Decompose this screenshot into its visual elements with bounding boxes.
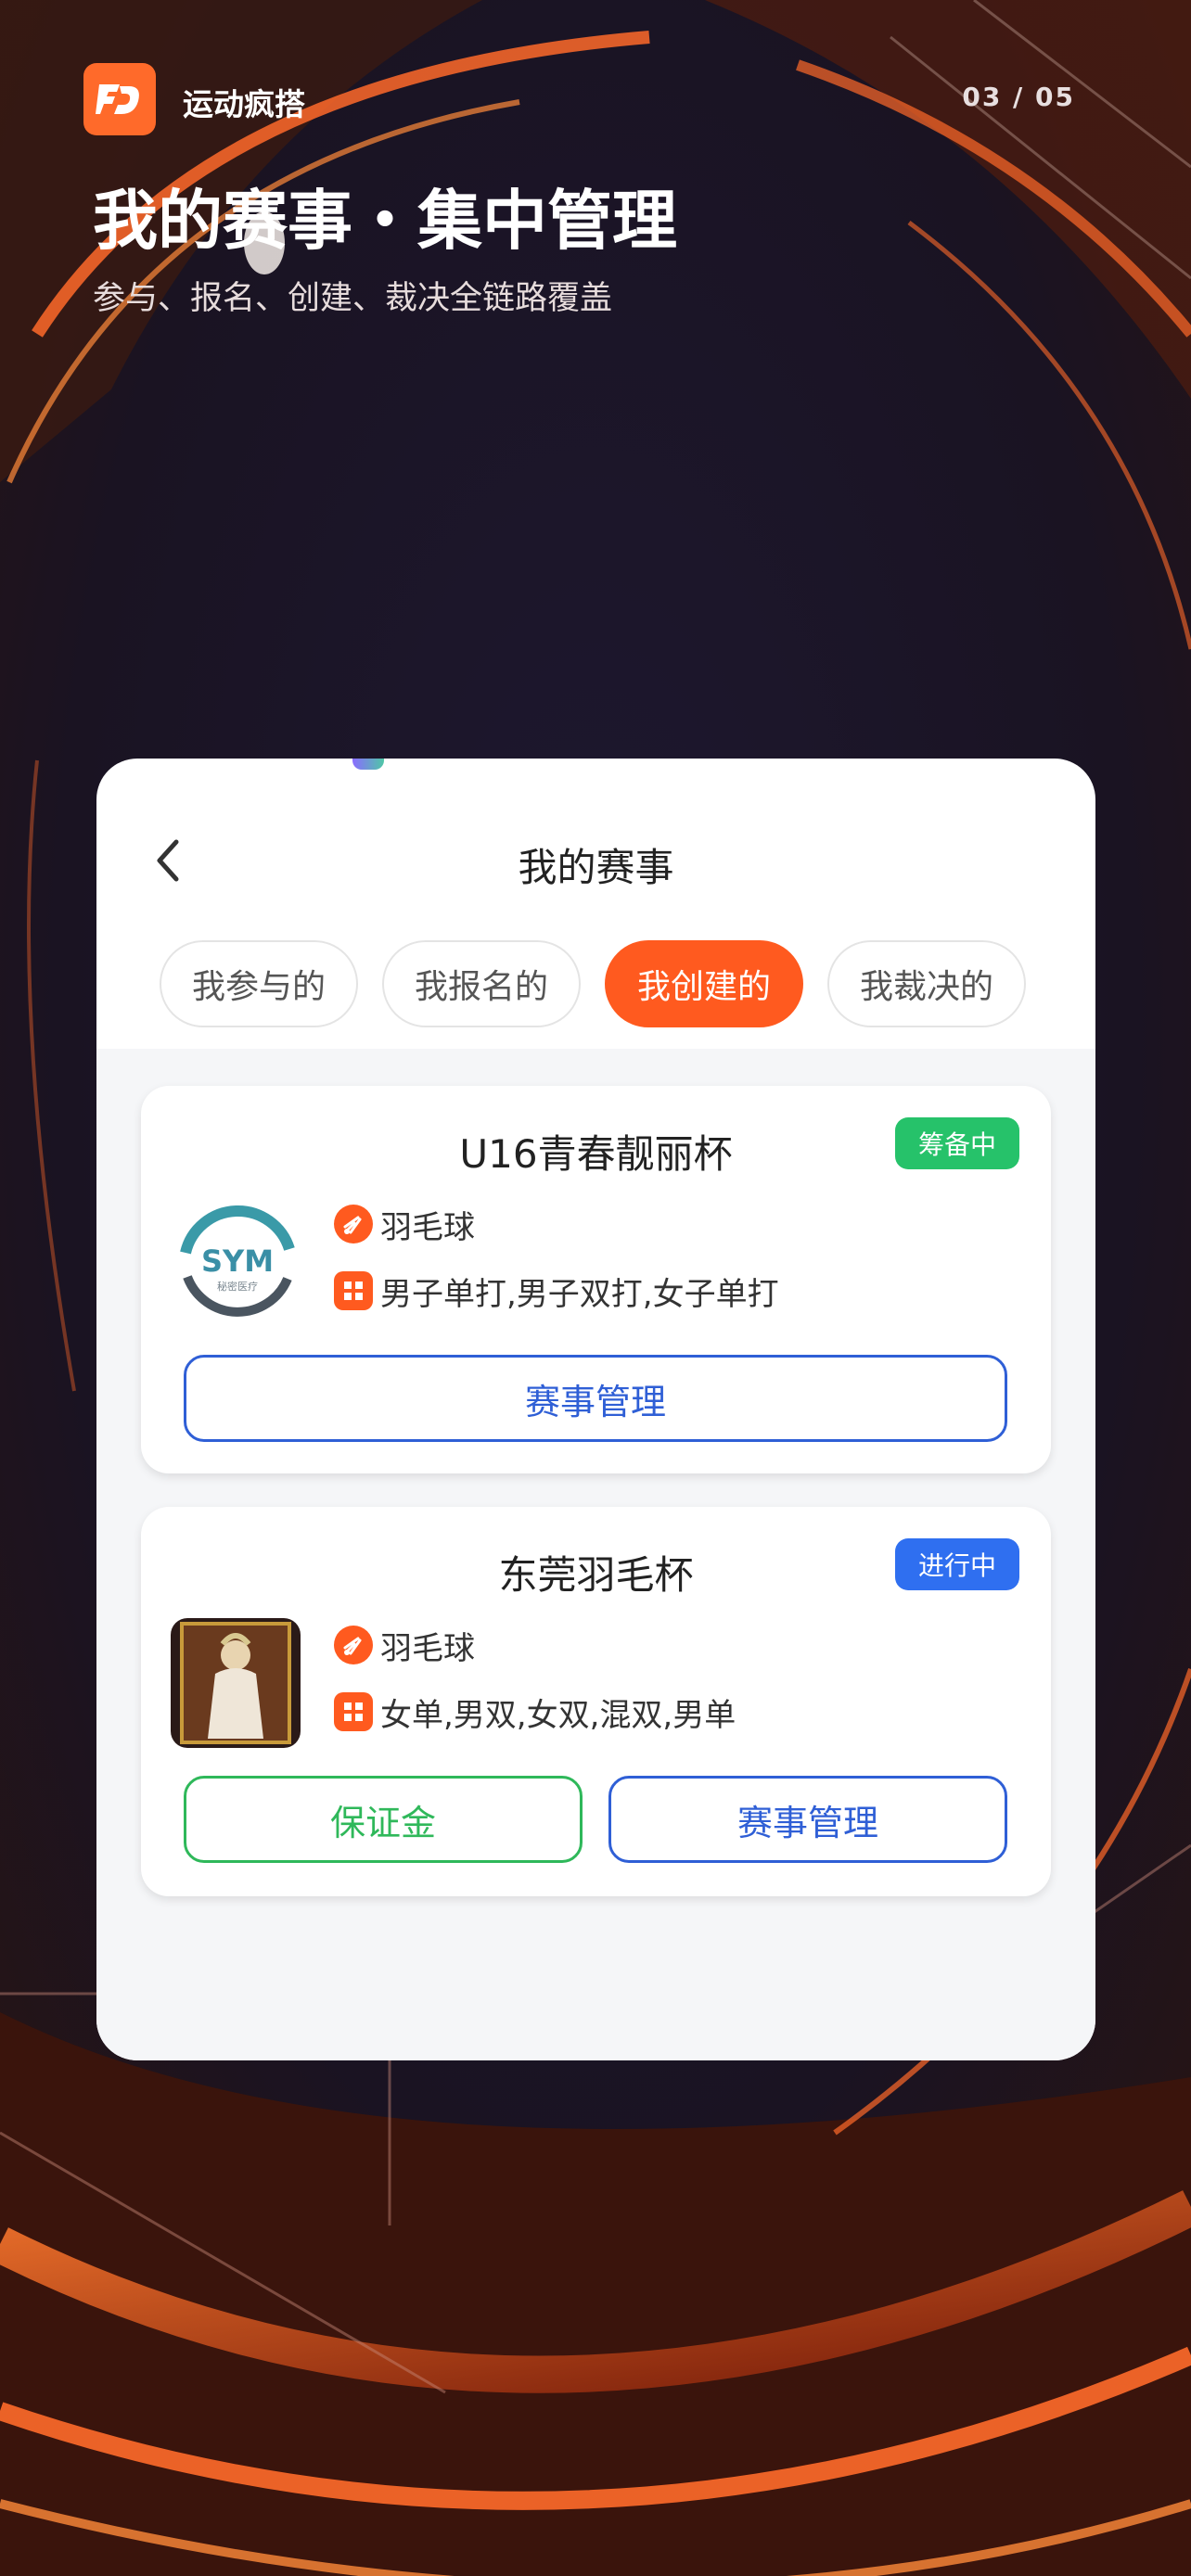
tab-bar: 我参与的 我报名的 我创建的 我裁决的 <box>160 940 1050 1029</box>
sport-row: 羽毛球 <box>334 1622 475 1668</box>
event-card[interactable]: 东莞羽毛杯 进行中 羽毛球 女单,男双,女双,混双,男单 保证金 赛事管理 <box>141 1507 1051 1896</box>
grid-icon <box>334 1271 373 1310</box>
tab-participated[interactable]: 我参与的 <box>160 940 358 1027</box>
sport-label: 羽毛球 <box>380 1208 475 1246</box>
app-screen: 我的赛事 我参与的 我报名的 我创建的 我裁决的 U16青春靓丽杯 筹备中 SY… <box>96 759 1095 2060</box>
logo-icon <box>96 84 139 114</box>
event-logo: SYM 秘密医疗 <box>173 1197 302 1327</box>
manage-event-button[interactable]: 赛事管理 <box>608 1776 1007 1863</box>
category-row: 女单,男双,女双,混双,男单 <box>334 1689 736 1735</box>
shuttlecock-icon <box>334 1626 373 1664</box>
status-badge: 进行中 <box>895 1538 1019 1590</box>
tab-judged[interactable]: 我裁决的 <box>827 940 1026 1027</box>
event-list: U16青春靓丽杯 筹备中 SYM 秘密医疗 羽毛球 男子单打,男子双打,女子单打… <box>96 1049 1095 2060</box>
grid-icon <box>334 1692 373 1731</box>
sym-logo-icon: SYM 秘密医疗 <box>180 1205 295 1317</box>
category-label: 男子单打,男子双打,女子单打 <box>380 1275 779 1313</box>
manage-event-button[interactable]: 赛事管理 <box>184 1355 1007 1442</box>
tab-registered[interactable]: 我报名的 <box>382 940 581 1027</box>
screen-title: 我的赛事 <box>518 845 674 890</box>
hero-subtitle: 参与、报名、创建、裁决全链路覆盖 <box>93 280 613 317</box>
svg-text:秘密医疗: 秘密医疗 <box>217 1280 258 1293</box>
app-name: 运动疯搭 <box>183 86 305 122</box>
sport-row: 羽毛球 <box>334 1201 475 1247</box>
status-indicator <box>352 759 384 770</box>
svg-text:SYM: SYM <box>201 1243 274 1279</box>
event-cover-image <box>171 1618 301 1748</box>
category-label: 女单,男双,女双,混双,男单 <box>380 1696 736 1734</box>
event-card[interactable]: U16青春靓丽杯 筹备中 SYM 秘密医疗 羽毛球 男子单打,男子双打,女子单打… <box>141 1086 1051 1473</box>
shuttlecock-icon <box>334 1205 373 1243</box>
deposit-button[interactable]: 保证金 <box>184 1776 583 1863</box>
status-badge: 筹备中 <box>895 1117 1019 1169</box>
hero-title: 我的赛事・集中管理 <box>93 183 677 259</box>
app-logo <box>83 63 156 135</box>
tab-created[interactable]: 我创建的 <box>605 940 803 1027</box>
page-indicator: 03 / 05 <box>962 82 1075 112</box>
category-row: 男子单打,男子双打,女子单打 <box>334 1268 779 1314</box>
cover-illustration-icon <box>171 1618 301 1748</box>
slide-header: 运动疯搭 03 / 05 我的赛事・集中管理 参与、报名、创建、裁决全链路覆盖 <box>0 0 1191 371</box>
sport-label: 羽毛球 <box>380 1629 475 1667</box>
